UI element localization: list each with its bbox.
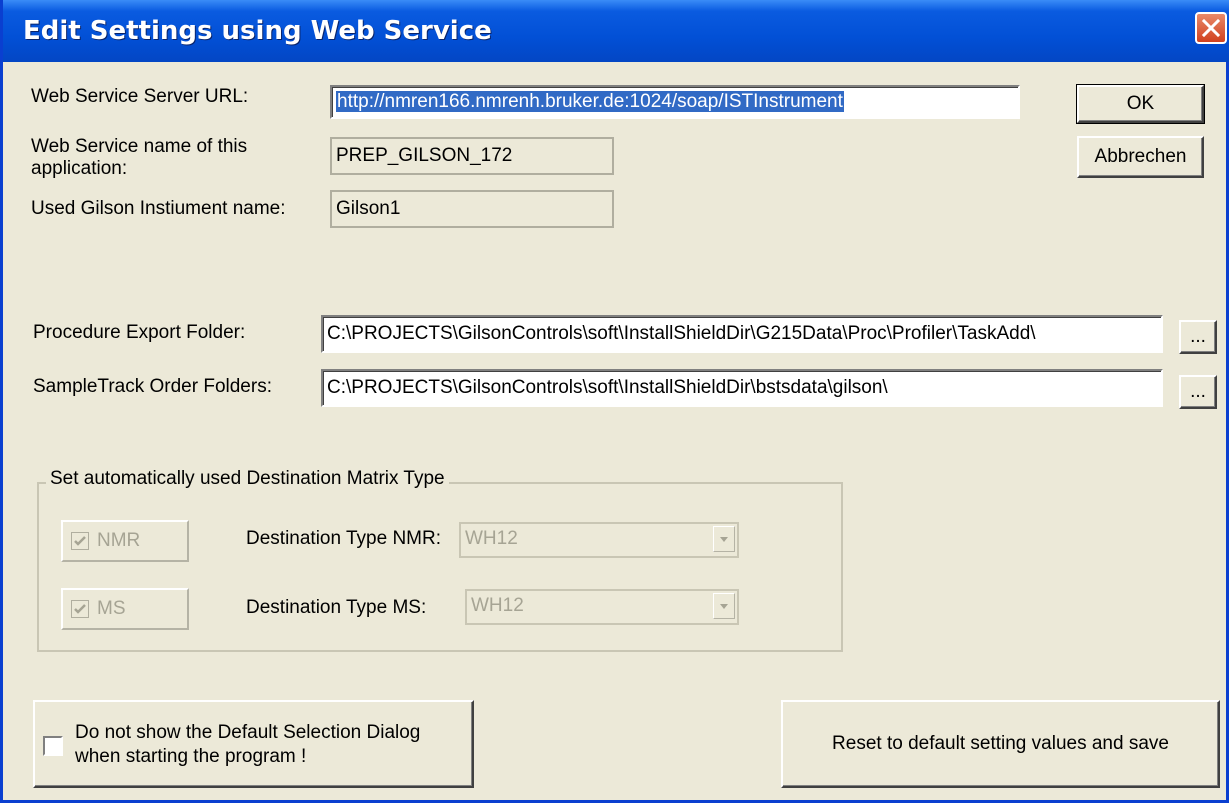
checkmark-icon — [74, 604, 86, 614]
nmr-type-value: WH12 — [465, 528, 518, 549]
ms-checkbox — [71, 600, 89, 618]
server-url-input[interactable]: http://nmren166.nmrenh.bruker.de:1024/so… — [330, 85, 1020, 119]
cancel-button[interactable]: Abbrechen — [1077, 136, 1204, 178]
instrument-field: Gilson1 — [330, 190, 614, 228]
no-default-dialog-option[interactable]: Do not show the Default Selection Dialog… — [33, 700, 474, 788]
chevron-down-icon — [720, 604, 728, 609]
order-folders-input[interactable]: C:\PROJECTS\GilsonControls\soft\InstallS… — [321, 369, 1163, 407]
dialog-window: Edit Settings using Web Service Web Serv… — [0, 0, 1229, 803]
nmr-type-label: Destination Type NMR: — [246, 528, 442, 549]
order-folders-browse-button[interactable]: ... — [1179, 375, 1217, 409]
window-title: Edit Settings using Web Service — [23, 16, 492, 46]
ms-type-label: Destination Type MS: — [246, 597, 427, 618]
checkmark-icon — [74, 536, 86, 546]
export-folder-label: Procedure Export Folder: — [33, 322, 246, 343]
ms-type-value: WH12 — [471, 595, 524, 616]
app-name-field: PREP_GILSON_172 — [330, 137, 614, 175]
matrix-type-group-title: Set automatically used Destination Matri… — [46, 468, 449, 490]
app-name-label-line2: application: — [31, 158, 128, 179]
no-default-dialog-checkbox[interactable] — [43, 736, 63, 756]
title-bar[interactable]: Edit Settings using Web Service — [3, 0, 1229, 62]
server-url-value: http://nmren166.nmrenh.bruker.de:1024/so… — [336, 91, 844, 112]
nmr-type-dropdown-button[interactable] — [713, 526, 735, 552]
chevron-down-icon — [720, 537, 728, 542]
ms-toggle-button[interactable]: MS — [61, 588, 189, 630]
close-button[interactable] — [1195, 12, 1227, 44]
instrument-label: Used Gilson Instiument name: — [31, 198, 286, 219]
nmr-checkbox-label: NMR — [97, 530, 141, 551]
server-url-label: Web Service Server URL: — [31, 86, 249, 107]
app-name-label-line1: Web Service name of this — [31, 136, 248, 157]
export-folder-input[interactable]: C:\PROJECTS\GilsonControls\soft\InstallS… — [321, 315, 1163, 353]
ms-type-select[interactable]: WH12 — [465, 589, 739, 625]
close-icon — [1201, 18, 1221, 38]
order-folders-label: SampleTrack Order Folders: — [33, 376, 272, 397]
ok-button[interactable]: OK — [1076, 84, 1205, 124]
no-default-dialog-label-line1: Do not show the Default Selection Dialog — [75, 722, 421, 743]
ms-type-dropdown-button[interactable] — [713, 593, 735, 619]
ms-checkbox-label: MS — [97, 598, 126, 619]
export-folder-browse-button[interactable]: ... — [1179, 320, 1217, 354]
no-default-dialog-label-line2: when starting the program ! — [75, 746, 307, 767]
nmr-checkbox — [71, 532, 89, 550]
nmr-toggle-button[interactable]: NMR — [61, 520, 189, 562]
reset-defaults-button[interactable]: Reset to default setting values and save — [781, 700, 1220, 788]
nmr-type-select[interactable]: WH12 — [459, 522, 739, 558]
